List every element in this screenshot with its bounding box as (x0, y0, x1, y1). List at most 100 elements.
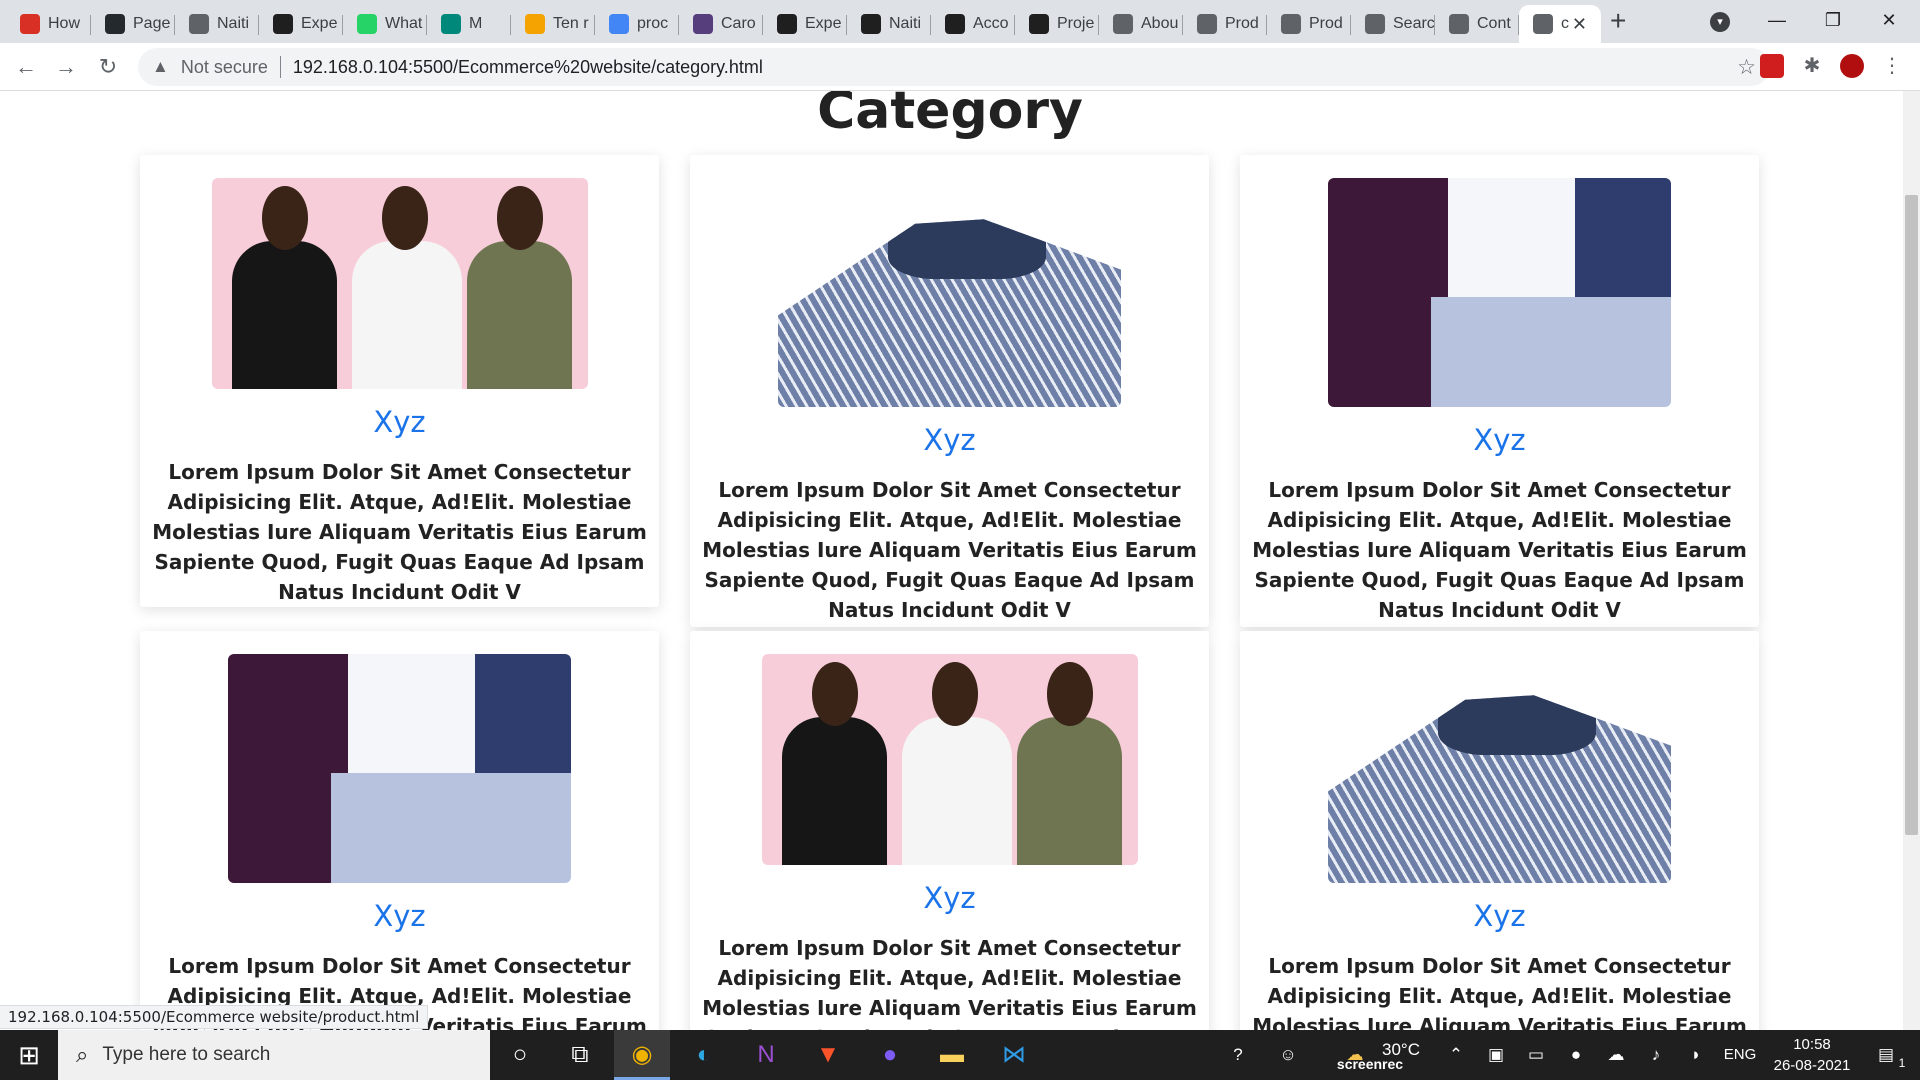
head-shape (931, 662, 978, 726)
product-name-link[interactable]: Xyz (140, 405, 659, 439)
folded-shirts-photo[interactable] (1328, 178, 1671, 407)
browser-tab[interactable]: Proje (1015, 5, 1099, 43)
tab-title: Naiti (889, 15, 922, 32)
product-name-link[interactable]: Xyz (140, 899, 659, 933)
back-icon[interactable]: ← (12, 53, 40, 81)
google-icon (609, 14, 629, 34)
browser-tab[interactable]: Caro (679, 5, 763, 43)
globe-icon (1533, 14, 1553, 34)
language-label[interactable]: ENG (1720, 1030, 1760, 1080)
minimize-icon[interactable]: — (1754, 5, 1800, 35)
discord-taskbar-icon[interactable]: ● (862, 1030, 918, 1080)
head-shape (1046, 662, 1093, 726)
reload-icon[interactable]: ↻ (94, 53, 122, 81)
search-icon: ⌕ (76, 1042, 89, 1067)
np-icon (777, 14, 797, 34)
browser-tab[interactable]: Prod (1267, 5, 1351, 43)
browser-tab[interactable]: What (343, 5, 427, 43)
person-shape (351, 241, 462, 389)
new-tab-button[interactable]: + (1610, 7, 1626, 35)
product-card[interactable]: Xyz Lorem Ipsum Dolor Sit Amet Consectetu… (690, 155, 1209, 627)
product-name-link[interactable]: Xyz (1240, 899, 1759, 933)
taskbar-search[interactable]: ⌕ Type here to search (58, 1030, 490, 1080)
product-name-link[interactable]: Xyz (690, 881, 1209, 915)
product-card[interactable]: Xyz Lorem Ipsum Dolor Sit Amet Consectetu… (690, 631, 1209, 1030)
help-icon[interactable]: ? (1220, 1030, 1256, 1080)
avatar[interactable] (1840, 54, 1864, 78)
extensions-icon[interactable]: ✱ (1800, 54, 1824, 78)
browser-tab[interactable]: How (6, 5, 91, 43)
windows-start-icon[interactable]: ⊞ (0, 1030, 58, 1080)
browser-tab[interactable]: Naiti (175, 5, 259, 43)
forward-icon[interactable]: → (52, 53, 80, 81)
scrollbar-thumb[interactable] (1905, 195, 1918, 835)
browser-tab[interactable]: proc (595, 5, 679, 43)
globe-icon (1197, 14, 1217, 34)
product-card[interactable]: Xyz Lorem Ipsum Dolor Sit Amet Consectetu… (1240, 631, 1759, 1030)
product-card[interactable]: Xyz Lorem Ipsum Dolor Sit Amet Consectetu… (1240, 155, 1759, 627)
tab-title: How (48, 15, 81, 32)
edge-taskbar-icon[interactable]: ◐ (676, 1030, 732, 1080)
battery-icon[interactable]: ▭ (1522, 1030, 1550, 1080)
browser-tab[interactable]: Acco (931, 5, 1015, 43)
vscode-taskbar-icon[interactable]: ⋈ (986, 1030, 1042, 1080)
clock[interactable]: 10:58 26-08-2021 (1770, 1034, 1854, 1076)
tab-search-icon[interactable]: ▾ (1710, 12, 1730, 32)
chevron-up-icon[interactable]: ⌃ (1442, 1030, 1470, 1080)
tab-title: Abou (1141, 15, 1179, 32)
women-tshirts-photo[interactable] (761, 654, 1138, 865)
volume-icon[interactable]: ♪ (1642, 1030, 1670, 1080)
product-card[interactable]: Xyz Lorem Ipsum Dolor Sit Amet Consectetu… (140, 631, 659, 1030)
head-shape (381, 186, 428, 250)
file-explorer-taskbar-icon[interactable]: ▬ (924, 1030, 980, 1080)
onedrive-icon[interactable]: ☁ (1602, 1030, 1630, 1080)
np-icon (945, 14, 965, 34)
people-icon[interactable]: ☺ (1270, 1030, 1306, 1080)
head-shape (496, 186, 543, 250)
bookmark-star-icon[interactable]: ☆ (1737, 55, 1756, 80)
product-card[interactable]: Xyz Lorem Ipsum Dolor Sit Amet Consectetu… (140, 155, 659, 607)
folded-shirts-photo[interactable] (228, 654, 571, 883)
browser-tab[interactable]: Naiti (847, 5, 931, 43)
product-name-link[interactable]: Xyz (690, 423, 1209, 457)
gmail-icon (20, 14, 40, 34)
browser-tab[interactable]: Cont (1435, 5, 1519, 43)
restore-icon[interactable]: ❐ (1810, 5, 1856, 35)
browser-tab[interactable]: Expe (763, 5, 847, 43)
women-tshirts-photo[interactable] (211, 178, 588, 389)
wifi-icon[interactable]: ◗ (1682, 1030, 1710, 1080)
meet-now-icon[interactable]: ▣ (1482, 1030, 1510, 1080)
close-window-icon[interactable]: ✕ (1866, 5, 1912, 35)
browser-tab[interactable]: c ✕ (1519, 5, 1601, 43)
striped-shirt-photo[interactable] (778, 219, 1121, 407)
browser-tab[interactable]: Prod (1183, 5, 1267, 43)
brave-taskbar-icon[interactable]: ▼ (800, 1030, 856, 1080)
np-icon (1029, 14, 1049, 34)
address-bar[interactable]: ▲ Not secure 192.168.0.104:5500/Ecommerc… (138, 48, 1770, 86)
search-placeholder: Type here to search (102, 1044, 271, 1065)
chrome-taskbar-icon[interactable]: ◉ (614, 1030, 670, 1080)
menu-icon[interactable]: ⋮ (1880, 54, 1904, 78)
task-view-icon[interactable]: ⧉ (552, 1030, 608, 1080)
tab-title: Page (133, 15, 171, 32)
browser-tab[interactable]: M (427, 5, 511, 43)
shirt-shape (1574, 178, 1671, 316)
browser-tab[interactable]: Searc (1351, 5, 1435, 43)
tab-title: Naiti (217, 15, 250, 32)
cortana-icon[interactable]: ○ (492, 1030, 548, 1080)
globe-icon (1365, 14, 1385, 34)
product-name-link[interactable]: Xyz (1240, 423, 1759, 457)
pdf-extension-icon[interactable] (1760, 54, 1784, 78)
browser-tab[interactable]: Page (91, 5, 175, 43)
browser-tab[interactable]: Abou (1099, 5, 1183, 43)
onenote-taskbar-icon[interactable]: N (738, 1030, 794, 1080)
tab-title: Expe (805, 15, 842, 32)
browser-tab[interactable]: Expe (259, 5, 343, 43)
tab-title: Expe (301, 15, 338, 32)
microphone-icon[interactable]: ● (1562, 1030, 1590, 1080)
striped-shirt-photo[interactable] (1328, 695, 1671, 883)
person-shape (901, 717, 1012, 865)
close-tab-icon[interactable]: ✕ (1572, 14, 1587, 35)
tab-title: Prod (1309, 15, 1343, 32)
browser-tab[interactable]: Ten r (511, 5, 595, 43)
